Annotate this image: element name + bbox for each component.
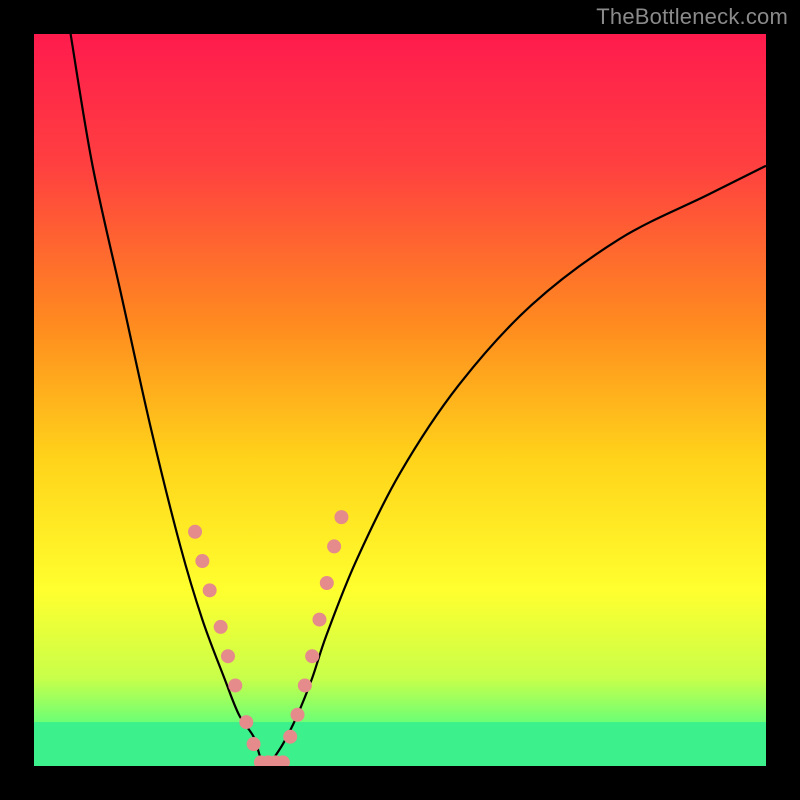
data-point-marker	[228, 678, 242, 692]
data-point-marker	[283, 730, 297, 744]
data-point-marker	[247, 737, 261, 751]
data-point-marker	[291, 708, 305, 722]
data-point-marker	[320, 576, 334, 590]
data-point-marker	[239, 715, 253, 729]
data-point-marker	[334, 510, 348, 524]
bottom-green-band	[34, 722, 766, 766]
data-point-marker	[305, 649, 319, 663]
data-point-marker	[298, 678, 312, 692]
data-point-marker	[221, 649, 235, 663]
data-point-marker	[312, 613, 326, 627]
data-point-marker	[188, 525, 202, 539]
plot-area	[34, 34, 766, 766]
chart-container: TheBottleneck.com	[0, 0, 800, 800]
data-point-marker	[203, 583, 217, 597]
watermark-label: TheBottleneck.com	[596, 4, 788, 30]
data-point-marker	[214, 620, 228, 634]
data-point-marker	[327, 539, 341, 553]
data-point-marker	[195, 554, 209, 568]
chart-svg	[34, 34, 766, 766]
